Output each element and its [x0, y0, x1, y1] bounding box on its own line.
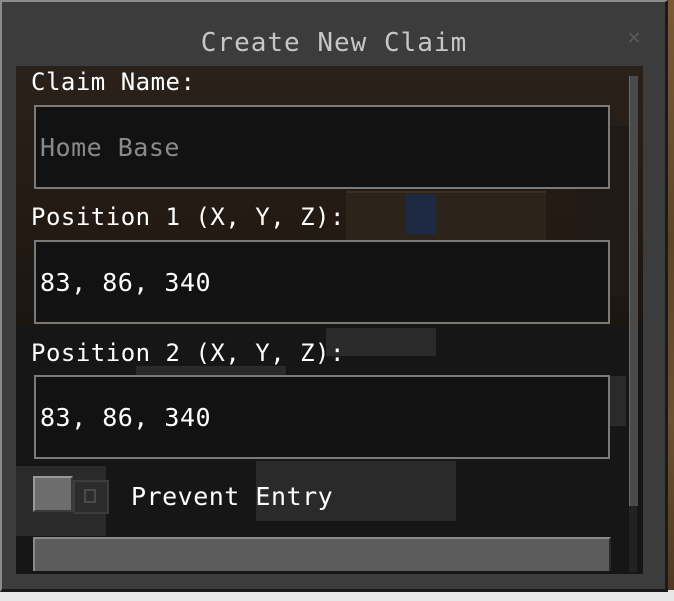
- background-painting: [406, 194, 436, 234]
- prevent-entry-label: Prevent Entry: [131, 482, 334, 511]
- toggle-knob[interactable]: [33, 476, 73, 512]
- claim-name-label: Claim Name:: [31, 68, 196, 96]
- claim-name-input[interactable]: [36, 107, 608, 187]
- scrollbar-thumb[interactable]: [629, 76, 638, 506]
- prevent-entry-toggle[interactable]: [33, 476, 115, 518]
- position-1-input[interactable]: [36, 242, 608, 322]
- dialog-title: Create New Claim: [200, 28, 468, 58]
- toggle-track[interactable]: [73, 480, 109, 514]
- claim-name-field[interactable]: [34, 105, 610, 189]
- position-1-field[interactable]: [34, 240, 610, 324]
- position-2-label: Position 2 (X, Y, Z):: [31, 339, 345, 367]
- create-claim-button[interactable]: [33, 537, 611, 571]
- position-2-field[interactable]: [34, 375, 610, 459]
- close-icon[interactable]: ✕: [622, 26, 646, 50]
- position-1-label: Position 1 (X, Y, Z):: [31, 203, 345, 231]
- position-2-input[interactable]: [36, 377, 608, 457]
- toggle-off-indicator-icon: [84, 489, 96, 503]
